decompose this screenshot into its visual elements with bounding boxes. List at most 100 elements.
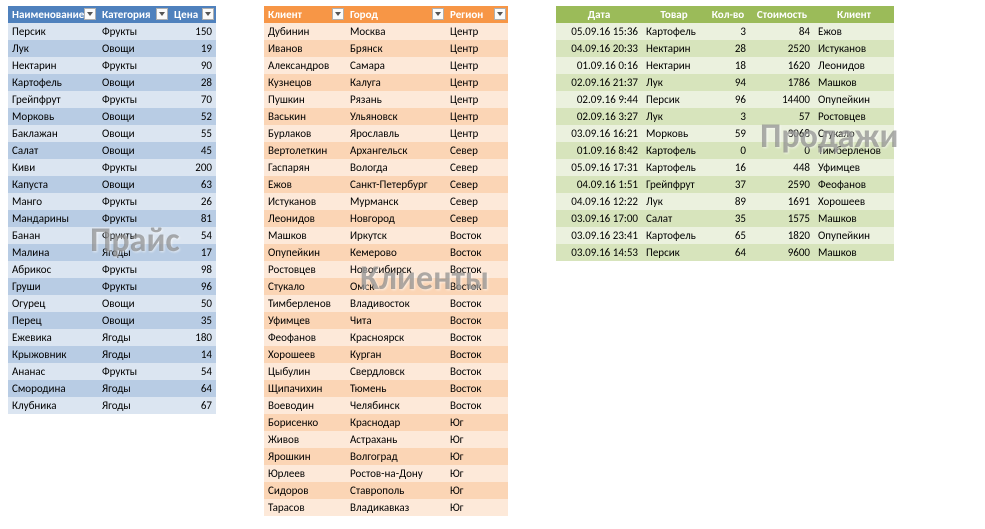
clients-cell[interactable]: Москва bbox=[346, 23, 446, 40]
clients-cell[interactable]: Уфимцев bbox=[264, 312, 346, 329]
price-row[interactable]: БаклажанОвощи55 bbox=[8, 125, 216, 142]
sales-cell[interactable]: Машков bbox=[814, 244, 894, 261]
sales-cell[interactable]: 01.09.16 8:42 bbox=[556, 142, 642, 159]
sales-cell[interactable]: 37 bbox=[706, 176, 750, 193]
clients-cell[interactable]: Восток bbox=[446, 227, 508, 244]
sales-cell[interactable]: 03.09.16 23:41 bbox=[556, 227, 642, 244]
clients-cell[interactable]: Центр bbox=[446, 125, 508, 142]
price-cell[interactable]: Фрукты bbox=[98, 23, 170, 40]
clients-row[interactable]: ДубининМоскваЦентр bbox=[264, 23, 508, 40]
clients-cell[interactable]: Гаспарян bbox=[264, 159, 346, 176]
sales-row[interactable]: 03.09.16 16:21Морковь593068Стукало bbox=[556, 125, 894, 142]
price-cell[interactable]: 54 bbox=[170, 227, 216, 244]
price-cell[interactable]: 17 bbox=[170, 244, 216, 261]
sales-cell[interactable]: 16 bbox=[706, 159, 750, 176]
sales-cell[interactable]: 03.09.16 17:00 bbox=[556, 210, 642, 227]
clients-cell[interactable]: Новгород bbox=[346, 210, 446, 227]
clients-cell[interactable]: Восток bbox=[446, 278, 508, 295]
clients-cell[interactable]: Юг bbox=[446, 414, 508, 431]
clients-row[interactable]: ОпупейкинКемеровоВосток bbox=[264, 244, 508, 261]
price-cell[interactable]: 64 bbox=[170, 380, 216, 397]
clients-cell[interactable]: Тарасов bbox=[264, 499, 346, 516]
clients-cell[interactable]: Кузнецов bbox=[264, 74, 346, 91]
price-row[interactable]: АнанасФрукты54 bbox=[8, 363, 216, 380]
clients-cell[interactable]: Красноярск bbox=[346, 329, 446, 346]
sales-cell[interactable]: 0 bbox=[706, 142, 750, 159]
sales-cell[interactable]: 9600 bbox=[750, 244, 814, 261]
sales-header-4[interactable]: Клиент bbox=[814, 6, 894, 23]
clients-cell[interactable]: Восток bbox=[446, 397, 508, 414]
price-row[interactable]: СмородинаЯгоды64 bbox=[8, 380, 216, 397]
clients-cell[interactable]: Цыбулин bbox=[264, 363, 346, 380]
price-cell[interactable]: Банан bbox=[8, 227, 98, 244]
clients-row[interactable]: ТарасовВладикавказЮг bbox=[264, 499, 508, 516]
sales-cell[interactable]: 02.09.16 9:44 bbox=[556, 91, 642, 108]
clients-row[interactable]: ПушкинРязаньЦентр bbox=[264, 91, 508, 108]
price-cell[interactable]: 96 bbox=[170, 278, 216, 295]
sales-cell[interactable]: Уфимцев bbox=[814, 159, 894, 176]
price-cell[interactable]: Фрукты bbox=[98, 227, 170, 244]
clients-row[interactable]: АлександровСамараЦентр bbox=[264, 57, 508, 74]
price-cell[interactable]: Овощи bbox=[98, 142, 170, 159]
price-cell[interactable]: Овощи bbox=[98, 108, 170, 125]
price-row[interactable]: КартофельОвощи28 bbox=[8, 74, 216, 91]
price-row[interactable]: ГрушиФрукты96 bbox=[8, 278, 216, 295]
sales-cell[interactable]: Картофель bbox=[642, 142, 706, 159]
price-cell[interactable]: Картофель bbox=[8, 74, 98, 91]
sales-cell[interactable]: Персик bbox=[642, 244, 706, 261]
clients-cell[interactable]: Центр bbox=[446, 91, 508, 108]
clients-cell[interactable]: Васькин bbox=[264, 108, 346, 125]
sales-cell[interactable]: 2590 bbox=[750, 176, 814, 193]
sales-cell[interactable]: Нектарин bbox=[642, 40, 706, 57]
sales-cell[interactable]: Истуканов bbox=[814, 40, 894, 57]
price-cell[interactable]: 19 bbox=[170, 40, 216, 57]
clients-row[interactable]: ЯрошкинВолгоградЮг bbox=[264, 448, 508, 465]
sales-cell[interactable]: 18 bbox=[706, 57, 750, 74]
sales-cell[interactable]: Тимберленов bbox=[814, 142, 894, 159]
clients-cell[interactable]: Ярославль bbox=[346, 125, 446, 142]
clients-cell[interactable]: Феофанов bbox=[264, 329, 346, 346]
filter-dropdown-icon[interactable] bbox=[494, 8, 506, 20]
price-cell[interactable]: 150 bbox=[170, 23, 216, 40]
clients-cell[interactable]: Краснодар bbox=[346, 414, 446, 431]
sales-cell[interactable]: 1820 bbox=[750, 227, 814, 244]
clients-row[interactable]: ХорошеевКурганВосток bbox=[264, 346, 508, 363]
clients-row[interactable]: ТимберленовВладивостокВосток bbox=[264, 295, 508, 312]
price-row[interactable]: КлубникаЯгоды67 bbox=[8, 397, 216, 414]
clients-cell[interactable]: Юг bbox=[446, 465, 508, 482]
sales-cell[interactable]: Лук bbox=[642, 108, 706, 125]
price-cell[interactable]: Фрукты bbox=[98, 278, 170, 295]
price-cell[interactable]: Огурец bbox=[8, 295, 98, 312]
sales-cell[interactable]: 59 bbox=[706, 125, 750, 142]
sales-row[interactable]: 02.09.16 9:44Персик9614400Опупейкин bbox=[556, 91, 894, 108]
clients-cell[interactable]: Восток bbox=[446, 346, 508, 363]
sales-row[interactable]: 05.09.16 15:36Картофель384Ежов bbox=[556, 23, 894, 40]
sales-row[interactable]: 03.09.16 17:00Салат351575Машков bbox=[556, 210, 894, 227]
clients-cell[interactable]: Леонидов bbox=[264, 210, 346, 227]
clients-cell[interactable]: Омск bbox=[346, 278, 446, 295]
clients-cell[interactable]: Кемерово bbox=[346, 244, 446, 261]
clients-header-0[interactable]: Клиент bbox=[264, 6, 346, 23]
clients-cell[interactable]: Восток bbox=[446, 244, 508, 261]
price-cell[interactable]: Ежевика bbox=[8, 329, 98, 346]
clients-cell[interactable]: Живов bbox=[264, 431, 346, 448]
clients-cell[interactable]: Пушкин bbox=[264, 91, 346, 108]
clients-row[interactable]: ИстукановМурманскСевер bbox=[264, 193, 508, 210]
clients-cell[interactable]: Рязань bbox=[346, 91, 446, 108]
sales-cell[interactable]: 0 bbox=[750, 142, 814, 159]
clients-cell[interactable]: Истуканов bbox=[264, 193, 346, 210]
clients-cell[interactable]: Тюмень bbox=[346, 380, 446, 397]
sales-row[interactable]: 03.09.16 23:41Картофель651820Опупейкин bbox=[556, 227, 894, 244]
clients-cell[interactable]: Ростов-на-Дону bbox=[346, 465, 446, 482]
price-cell[interactable]: Смородина bbox=[8, 380, 98, 397]
price-table[interactable]: НаименованиеКатегорияЦена ПерсикФрукты15… bbox=[8, 6, 216, 414]
clients-row[interactable]: СтукалоОмскВосток bbox=[264, 278, 508, 295]
price-row[interactable]: ОгурецОвощи50 bbox=[8, 295, 216, 312]
sales-row[interactable]: 05.09.16 17:31Картофель16448Уфимцев bbox=[556, 159, 894, 176]
clients-cell[interactable]: Сидоров bbox=[264, 482, 346, 499]
price-cell[interactable]: 35 bbox=[170, 312, 216, 329]
clients-cell[interactable]: Новосибирск bbox=[346, 261, 446, 278]
price-cell[interactable]: Фрукты bbox=[98, 193, 170, 210]
price-cell[interactable]: Ягоды bbox=[98, 380, 170, 397]
sales-cell[interactable]: 1786 bbox=[750, 74, 814, 91]
